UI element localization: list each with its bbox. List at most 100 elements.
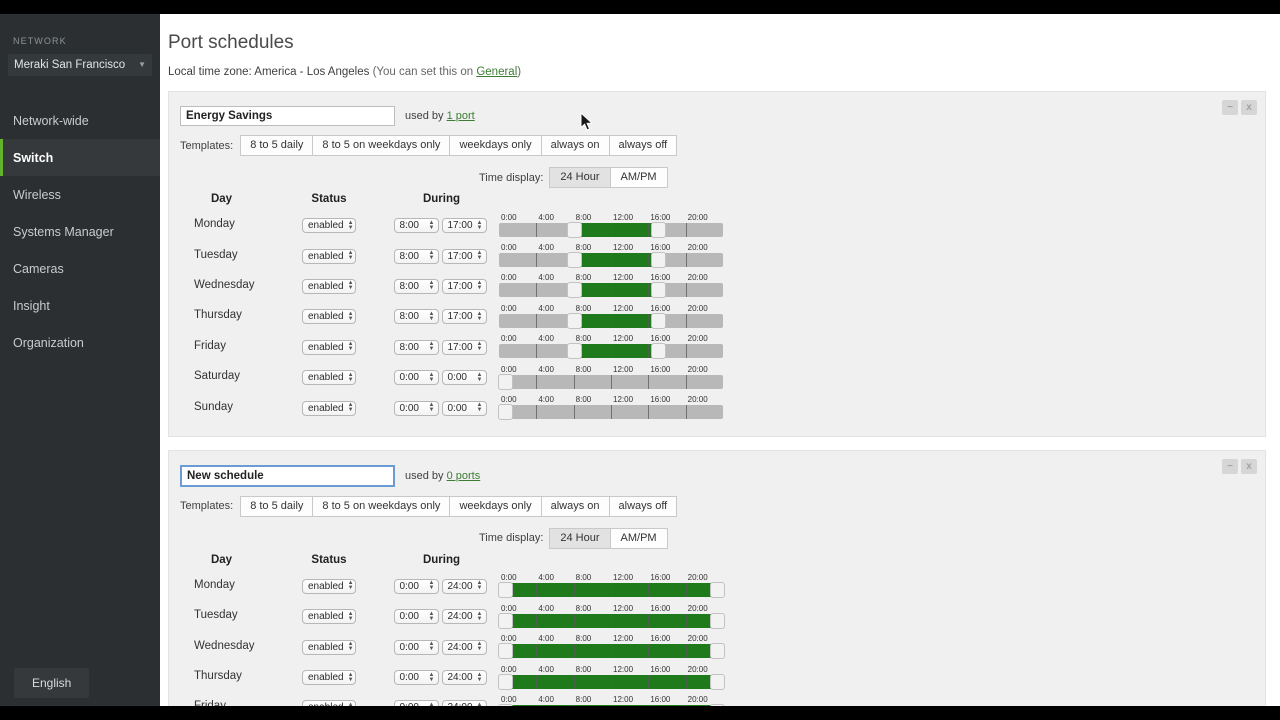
template-button-8-to-5-on-weekdays-only[interactable]: 8 to 5 on weekdays only (313, 135, 451, 156)
timeline-bar[interactable] (498, 612, 725, 629)
day-timeline[interactable]: 0:00 4:00 8:00 12:00 16:00 20:00 (498, 664, 725, 690)
start-time-select[interactable]: 0:00 ▲▼ (393, 578, 439, 594)
timeline-start-handle[interactable] (498, 404, 513, 421)
start-time-select[interactable]: 0:00 ▲▼ (393, 400, 439, 416)
day-timeline[interactable]: 0:00 4:00 8:00 12:00 16:00 20:00 (499, 333, 723, 360)
timeline-end-handle[interactable] (650, 343, 666, 360)
day-timeline[interactable]: 0:00 4:00 8:00 12:00 16:00 20:00 (498, 603, 725, 629)
template-button-always-off[interactable]: always off (609, 135, 678, 156)
general-settings-link[interactable]: General (476, 66, 517, 78)
sidebar-item-organization[interactable]: Organization (0, 324, 160, 361)
start-time-select[interactable]: 0:00 ▲▼ (393, 639, 439, 655)
minimize-icon[interactable]: − (1222, 100, 1238, 115)
end-time-select[interactable]: 24:00▲▼ (441, 670, 487, 686)
used-by-ports-link[interactable]: 0 ports (447, 470, 481, 482)
sidebar-item-cameras[interactable]: Cameras (0, 250, 160, 287)
template-button-8-to-5-daily[interactable]: 8 to 5 daily (240, 495, 314, 517)
day-timeline[interactable]: 0:00 4:00 8:00 12:00 16:00 20:00 (499, 212, 723, 238)
status-select[interactable]: enabled▲▼ (302, 370, 356, 386)
timeline-end-handle[interactable] (650, 252, 666, 269)
start-time-select[interactable]: 0:00 ▲▼ (393, 670, 439, 686)
end-time-select[interactable]: 17:00 ▲ ▼ (441, 218, 487, 234)
timeline-bar[interactable] (499, 252, 723, 269)
end-time-select[interactable]: 24:00▲▼ (441, 639, 487, 655)
status-select[interactable]: enabled▲▼ (302, 578, 356, 594)
status-select[interactable]: enabled▲▼ (302, 400, 356, 416)
start-time-select[interactable]: 8:00 ▲ ▼ (393, 218, 439, 234)
status-select[interactable]: enabled▲▼ (302, 309, 356, 325)
sidebar-item-insight[interactable]: Insight (0, 287, 160, 324)
timeline-start-handle[interactable] (498, 612, 513, 629)
day-timeline[interactable]: 0:00 4:00 8:00 12:00 16:00 20:00 (498, 394, 723, 421)
template-button-8-to-5-on-weekdays-only[interactable]: 8 to 5 on weekdays only (313, 495, 451, 517)
close-icon[interactable]: x (1241, 100, 1257, 115)
start-time-select[interactable]: 8:00 ▲ ▼ (393, 309, 439, 325)
used-by-ports-link[interactable]: 1 port (447, 110, 475, 122)
status-select[interactable]: enabled▲▼ (302, 670, 356, 686)
schedule-name-input[interactable] (180, 464, 395, 487)
status-select[interactable]: enabled▲▼ (302, 248, 356, 264)
sidebar-item-network-wide[interactable]: Network-wide (0, 102, 160, 139)
timeline-bar[interactable] (498, 404, 723, 421)
end-time-select[interactable]: 17:00 ▲ ▼ (441, 309, 487, 325)
schedule-name-input[interactable] (180, 106, 395, 126)
status-select[interactable]: enabled▲▼ (302, 218, 356, 234)
timeline-start-handle[interactable] (566, 252, 582, 269)
time-format-am-pm[interactable]: AM/PM (610, 167, 668, 188)
timeline-start-handle[interactable] (498, 673, 513, 690)
timeline-end-handle[interactable] (710, 673, 725, 690)
timeline-bar[interactable] (498, 643, 725, 660)
start-time-select[interactable]: 8:00 ▲ ▼ (393, 248, 439, 264)
time-format-24-hour[interactable]: 24 Hour (549, 167, 611, 188)
sidebar-item-wireless[interactable]: Wireless (0, 176, 160, 213)
timeline-bar[interactable] (499, 221, 723, 238)
close-icon[interactable]: x (1241, 458, 1257, 474)
timeline-start-handle[interactable] (566, 343, 582, 360)
minimize-icon[interactable]: − (1222, 458, 1238, 474)
timeline-bar[interactable] (498, 582, 725, 599)
day-timeline[interactable]: 0:00 4:00 8:00 12:00 16:00 20:00 (498, 572, 725, 599)
network-selector[interactable]: Meraki San Francisco ▼ (8, 54, 152, 76)
timeline-bar[interactable] (499, 312, 723, 329)
timeline-end-handle[interactable] (710, 582, 725, 599)
template-button-always-on[interactable]: always on (541, 135, 610, 156)
end-time-select[interactable]: 0:00 ▲ ▼ (441, 400, 487, 416)
end-time-select[interactable]: 17:00 ▲ ▼ (441, 248, 487, 264)
timeline-bar[interactable] (499, 343, 723, 360)
start-time-select[interactable]: 0:00 ▲▼ (393, 370, 439, 386)
end-time-select[interactable]: 24:00▲▼ (441, 609, 487, 625)
day-timeline[interactable]: 0:00 4:00 8:00 12:00 16:00 20:00 (499, 272, 723, 299)
start-time-select[interactable]: 0:00 ▲▼ (393, 609, 439, 625)
timeline-end-handle[interactable] (650, 282, 666, 299)
template-button-always-off[interactable]: always off (609, 495, 678, 517)
status-select[interactable]: enabled▲▼ (302, 278, 356, 294)
timeline-bar[interactable] (498, 373, 723, 390)
timeline-end-handle[interactable] (650, 221, 666, 238)
day-timeline[interactable]: 0:00 4:00 8:00 12:00 16:00 20:00 (498, 694, 725, 706)
timeline-end-handle[interactable] (710, 612, 725, 629)
timeline-start-handle[interactable] (498, 582, 513, 599)
day-timeline[interactable]: 0:00 4:00 8:00 12:00 16:00 20:00 (498, 633, 725, 660)
template-button-weekdays-only[interactable]: weekdays only (450, 135, 542, 156)
status-select[interactable]: enabled▲▼ (302, 339, 356, 355)
timeline-start-handle[interactable] (566, 282, 582, 299)
template-button-weekdays-only[interactable]: weekdays only (450, 495, 542, 517)
timeline-start-handle[interactable] (498, 643, 513, 660)
timeline-start-handle[interactable] (566, 312, 582, 329)
end-time-select[interactable]: 17:00 ▲ ▼ (441, 339, 487, 355)
timeline-start-handle[interactable] (566, 221, 582, 238)
sidebar-item-systems-manager[interactable]: Systems Manager (0, 213, 160, 250)
language-button[interactable]: English (14, 668, 90, 698)
sidebar-item-switch[interactable]: Switch (0, 139, 160, 176)
day-timeline[interactable]: 0:00 4:00 8:00 12:00 16:00 20:00 (498, 364, 723, 390)
end-time-select[interactable]: 0:00 ▲ ▼ (441, 370, 487, 386)
timeline-bar[interactable] (498, 673, 725, 690)
template-button-always-on[interactable]: always on (541, 495, 610, 517)
day-timeline[interactable]: 0:00 4:00 8:00 12:00 16:00 20:00 (499, 242, 723, 269)
timeline-end-handle[interactable] (710, 643, 725, 660)
start-time-select[interactable]: 8:00 ▲ ▼ (393, 278, 439, 294)
timeline-end-handle[interactable] (650, 312, 666, 329)
timeline-bar[interactable] (499, 282, 723, 299)
template-button-8-to-5-daily[interactable]: 8 to 5 daily (240, 135, 314, 156)
day-timeline[interactable]: 0:00 4:00 8:00 12:00 16:00 20:00 (499, 303, 723, 329)
